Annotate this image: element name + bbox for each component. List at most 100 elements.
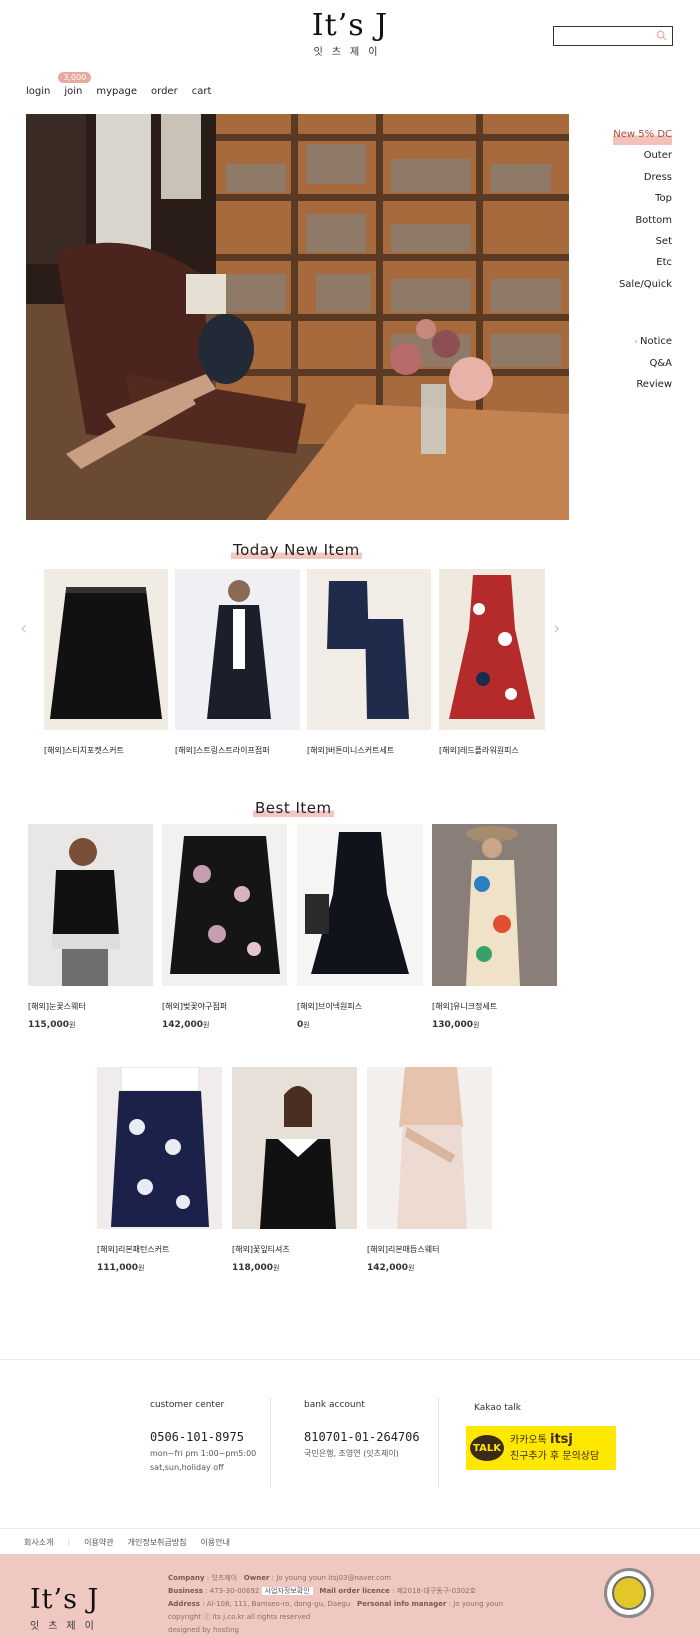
order-link[interactable]: order xyxy=(151,86,178,97)
product-thumbnail[interactable] xyxy=(97,1067,222,1233)
hero-banner[interactable] xyxy=(26,114,569,520)
company-name: 잇츠제이 xyxy=(211,1574,238,1582)
product-thumbnail[interactable] xyxy=(175,569,300,734)
footer-link-guide[interactable]: 이용안내 xyxy=(201,1537,230,1554)
carousel-prev-icon[interactable]: ‹ xyxy=(20,618,27,639)
copyright: copyright ⓒ its j.co.kr all rights reser… xyxy=(168,1613,311,1621)
category-top[interactable]: Top xyxy=(613,188,672,209)
product-thumbnail[interactable] xyxy=(232,1067,357,1233)
search-input[interactable] xyxy=(558,31,654,48)
category-dress[interactable]: Dress xyxy=(613,167,672,188)
product-name[interactable]: [해외]브이넥원피스 xyxy=(297,1001,423,1012)
logo-korean: 잇츠제이 xyxy=(313,47,387,58)
product-thumbnail[interactable] xyxy=(28,824,153,990)
mail-order-number: 제2018-대구동구-0302호 xyxy=(396,1587,476,1595)
owner-name: Jo young youn xyxy=(276,1574,327,1582)
top-navigation: login 3,000 join mypage order cart xyxy=(26,72,212,97)
customer-phone[interactable]: 0506-101-8975 xyxy=(150,1430,256,1444)
escrow-seal-icon[interactable] xyxy=(604,1568,654,1618)
footer-link-about[interactable]: 회사소개 xyxy=(24,1537,53,1554)
section-title-best: Best Item xyxy=(253,799,334,817)
new-item-card[interactable]: [해외]스티치포켓스커트 xyxy=(44,569,168,756)
best-title: Best Item xyxy=(253,799,334,817)
product-price: 118,000원 xyxy=(232,1263,357,1273)
product-name[interactable]: [해외]유니크정세트 xyxy=(432,1001,557,1012)
product-thumbnail[interactable] xyxy=(367,1067,492,1233)
best-item-card[interactable]: [해외]유니크정세트 130,000원 xyxy=(432,824,557,1030)
product-name[interactable]: [해외]리본매듭스웨터 xyxy=(367,1244,492,1255)
category-sidebar: New 5% DC Outer Dress Top Bottom Set Etc… xyxy=(613,124,672,395)
mypage-link[interactable]: mypage xyxy=(96,86,137,97)
login-link[interactable]: login xyxy=(26,86,50,97)
manager-label: Personal info manager xyxy=(356,1600,447,1608)
join-link[interactable]: 3,000 join xyxy=(58,72,92,97)
product-name[interactable]: [해외]버튼미니스커트세트 xyxy=(307,745,431,756)
product-thumbnail[interactable] xyxy=(162,824,287,990)
divider xyxy=(438,1398,439,1488)
footer-link-terms[interactable]: 이용약관 xyxy=(84,1537,113,1554)
board-qna[interactable]: Q&A xyxy=(613,353,672,374)
price-value: 142,000 xyxy=(162,1020,203,1030)
footer-logo-text: It’s J xyxy=(30,1584,100,1615)
price-value: 115,000 xyxy=(28,1020,69,1030)
footer-logo[interactable]: It’s J 잇츠제이 xyxy=(30,1584,120,1632)
logo-text: It’s J xyxy=(311,8,389,43)
product-name[interactable]: [해외]눈꽃스웨터 xyxy=(28,1001,153,1012)
carousel-next-icon[interactable]: › xyxy=(553,618,560,639)
bank-holder: 국민은행, 조영연 (잇츠제이) xyxy=(304,1449,399,1458)
designed-by: designed by hosting xyxy=(168,1626,239,1634)
new-item-card[interactable]: [해외]버튼미니스커트세트 xyxy=(307,569,431,756)
section-title-new: Today New Item xyxy=(231,541,362,559)
best-item-card[interactable]: [해외]브이넥원피스 0원 xyxy=(297,824,423,1030)
category-outer[interactable]: Outer xyxy=(613,145,672,166)
category-set[interactable]: Set xyxy=(613,231,672,252)
product-thumbnail[interactable] xyxy=(432,824,557,990)
best-item-card[interactable]: [해외]리본매듭스웨터 142,000원 xyxy=(367,1067,492,1273)
company-email[interactable]: itsj03@naver.com xyxy=(328,1574,391,1582)
company-info: Company : 잇츠제이 Owner : Jo young youn its… xyxy=(168,1572,503,1637)
board-review[interactable]: Review xyxy=(613,374,672,395)
kakao-prefix: 카카오톡 xyxy=(510,1434,547,1446)
new-item-card[interactable]: [해외]스트링스트라이프점퍼 xyxy=(175,569,300,756)
new-item-card[interactable]: [해외]레드플라워원피스 xyxy=(439,569,545,756)
price-value: 142,000 xyxy=(367,1263,408,1273)
address-label: Address xyxy=(168,1600,200,1608)
cart-link[interactable]: cart xyxy=(192,86,212,97)
category-new[interactable]: New 5% DC xyxy=(613,124,672,146)
price-currency: 원 xyxy=(273,1264,280,1272)
seal-inner xyxy=(612,1576,646,1610)
price-currency: 원 xyxy=(69,1021,76,1029)
business-number: 473-30-00692 xyxy=(209,1587,260,1595)
product-thumbnail[interactable] xyxy=(307,569,431,734)
product-name[interactable]: [해외]스트링스트라이프점퍼 xyxy=(175,745,300,756)
footer-link-privacy[interactable]: 개인정보취급방침 xyxy=(128,1537,187,1554)
search-icon[interactable] xyxy=(656,30,667,41)
best-item-card[interactable]: [해외]꽃잎티셔츠 118,000원 xyxy=(232,1067,357,1273)
kakao-banner[interactable]: TALK 카카오톡 itsj 친구추가 후 문의상담 xyxy=(466,1426,616,1470)
board-notice[interactable]: › Notice xyxy=(613,331,672,352)
product-thumbnail[interactable] xyxy=(439,569,545,734)
product-thumbnail[interactable] xyxy=(44,569,168,734)
category-sale[interactable]: Sale/Quick xyxy=(613,274,672,295)
business-check-button[interactable]: 사업자정보확인 xyxy=(261,1587,313,1595)
category-bottom[interactable]: Bottom xyxy=(613,210,672,231)
product-name[interactable]: [해외]벚꽃야구점퍼 xyxy=(162,1001,287,1012)
product-name[interactable]: [해외]스티치포켓스커트 xyxy=(44,745,168,756)
product-name[interactable]: [해외]레드플라워원피스 xyxy=(439,745,545,756)
best-item-card[interactable]: [해외]리본패턴스커트 111,000원 xyxy=(97,1067,222,1273)
best-item-card[interactable]: [해외]벚꽃야구점퍼 142,000원 xyxy=(162,824,287,1030)
kakao-id: itsj xyxy=(550,1431,573,1447)
product-name[interactable]: [해외]꽃잎티셔츠 xyxy=(232,1244,357,1255)
best-item-card[interactable]: [해외]눈꽃스웨터 115,000원 xyxy=(28,824,153,1030)
product-thumbnail[interactable] xyxy=(297,824,423,990)
category-etc[interactable]: Etc xyxy=(613,252,672,273)
footer-links: 회사소개 | 이용약관 개인정보취급방침 이용안내 xyxy=(0,1528,700,1554)
manager-value: Jo young youn xyxy=(453,1600,504,1608)
product-price: 142,000원 xyxy=(367,1263,492,1273)
kakao-line2: 친구추가 후 문의상담 xyxy=(510,1450,600,1462)
site-logo[interactable]: It’s J 잇츠제이 xyxy=(305,8,395,59)
search-box xyxy=(553,26,673,48)
bank-title: bank account xyxy=(304,1400,365,1410)
customer-closed: sat,sun,holiday off xyxy=(150,1463,224,1472)
product-name[interactable]: [해외]리본패턴스커트 xyxy=(97,1244,222,1255)
